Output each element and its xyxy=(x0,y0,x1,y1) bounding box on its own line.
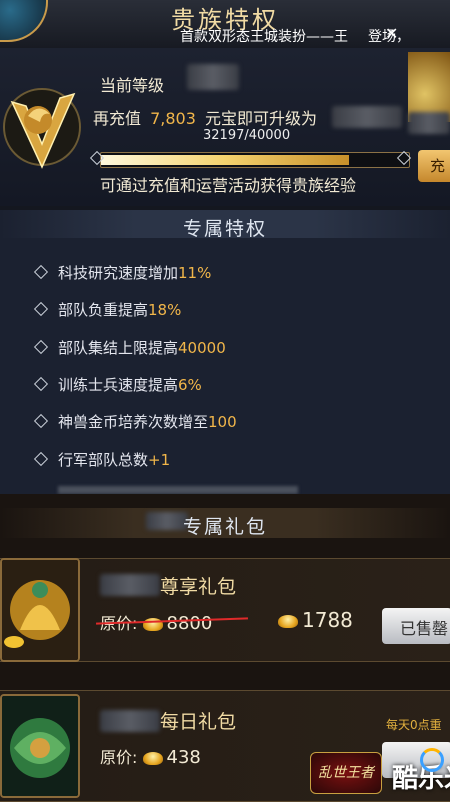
blurred-level xyxy=(187,64,239,90)
gifts-title: 专属礼包 xyxy=(182,516,267,538)
original-price-value: 438 xyxy=(166,747,201,768)
discount-price-value: 1788 xyxy=(302,608,353,632)
perk-value: 11% xyxy=(178,264,212,282)
cut-off-perk-row xyxy=(58,486,298,494)
daily-reset-note: 每天0点重 xyxy=(386,718,442,732)
jade-dragon-gift-icon xyxy=(0,694,80,798)
perk-item: 科技研究速度增加11% xyxy=(33,262,212,283)
current-level-label: 当前等级 xyxy=(100,76,165,95)
discount-price: 1788 xyxy=(278,608,353,632)
original-price-label: 原价: xyxy=(100,748,138,767)
blurred-next-level xyxy=(332,106,402,128)
recharge-hint: 再充值 7,803 元宝即可升级为 xyxy=(93,105,317,129)
yuanbao-icon xyxy=(142,752,163,765)
diamond-bullet-icon xyxy=(33,451,49,467)
diamond-bullet-icon xyxy=(33,301,49,317)
perk-text: 科技研究速度增加 xyxy=(58,264,179,282)
dragon-emblem-icon xyxy=(3,88,81,169)
exp-progress-bar xyxy=(100,152,410,168)
diamond-bullet-icon xyxy=(33,376,49,392)
perk-item: 行军部队总数+1 xyxy=(33,449,171,470)
perks-list: 科技研究速度增加11% 部队负重提高18% 部队集结上限提高40000 训练士兵… xyxy=(0,238,450,494)
perk-text: 部队负重提高 xyxy=(58,301,149,319)
perk-value: +1 xyxy=(148,451,171,469)
diamond-bullet-icon xyxy=(33,264,49,280)
perk-text: 部队集结上限提高 xyxy=(58,339,179,357)
announcement-ticker: 首款双形态王城装扮——王 登场， xyxy=(180,26,410,46)
blurred-crown-label xyxy=(408,112,450,134)
blurred-gift-prefix-2 xyxy=(100,710,160,732)
perk-value: 18% xyxy=(148,301,182,319)
perk-value: 100 xyxy=(208,413,237,431)
original-price: 原价: 438 xyxy=(100,744,201,768)
perk-text: 训练士兵速度提高 xyxy=(58,376,179,394)
diamond-bullet-icon xyxy=(33,413,49,429)
exp-text: 32197/40000 xyxy=(203,128,291,143)
recharge-prefix: 再充值 xyxy=(93,109,142,128)
yuanbao-icon xyxy=(278,615,298,628)
perk-item: 部队集结上限提高40000 xyxy=(33,337,226,358)
exp-source-hint: 可通过充值和运营活动获得贵族经验 xyxy=(100,176,357,195)
ticker-text: 首款双形态王城装扮——王 xyxy=(180,29,348,45)
game-logo-watermark: 乱世王者 xyxy=(310,752,382,794)
diamond-bullet-icon xyxy=(33,339,49,355)
gold-dragon-gift-icon xyxy=(0,558,80,662)
exp-progress-fill xyxy=(101,155,349,165)
perk-value: 6% xyxy=(178,376,202,394)
recharge-suffix: 元宝即可升级为 xyxy=(205,109,318,128)
perk-item: 部队负重提高18% xyxy=(33,299,182,320)
recharge-button[interactable]: 充 xyxy=(418,150,450,182)
blurred-gift-prefix-1 xyxy=(100,574,160,596)
perk-text: 行军部队总数 xyxy=(58,451,149,469)
site-logo-icon xyxy=(420,748,444,772)
perks-title: 专属特权 xyxy=(182,218,267,240)
original-price-value: 8800 xyxy=(166,613,213,634)
perk-item: 神兽金币培养次数增至100 xyxy=(33,411,237,432)
close-icon[interactable]: ✕ xyxy=(385,24,398,43)
gift-name: 每日礼包 xyxy=(160,711,237,733)
sold-out-button[interactable]: 已售罄 xyxy=(382,608,450,644)
perk-text: 神兽金币培养次数增至 xyxy=(58,413,209,431)
recharge-amount: 7,803 xyxy=(150,109,196,128)
gift-name: 尊享礼包 xyxy=(160,576,237,598)
perk-value: 40000 xyxy=(178,339,226,357)
perk-item: 训练士兵速度提高6% xyxy=(33,374,202,395)
